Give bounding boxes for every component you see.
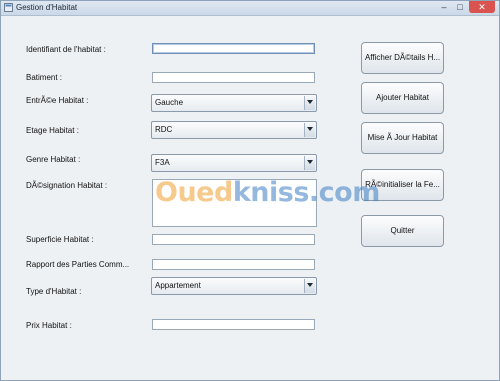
entree-select-value: Gauche — [155, 98, 184, 107]
entree-label: EntrÃ©e Habitat : — [26, 96, 89, 105]
close-icon[interactable]: ✕ — [469, 1, 495, 13]
type-label: Type d'Habitat : — [26, 287, 82, 296]
rapport-input[interactable] — [152, 259, 315, 270]
dropdown-arrow-icon[interactable] — [304, 96, 315, 110]
type-select[interactable]: Appartement — [151, 277, 317, 295]
prix-label: Prix Habitat : — [26, 321, 72, 330]
ajouter-habitat-button[interactable]: Ajouter Habitat — [361, 82, 444, 114]
batiment-input[interactable] — [152, 72, 315, 83]
superficie-input[interactable] — [152, 234, 315, 245]
quitter-button[interactable]: Quitter — [361, 215, 444, 247]
watermark-part2: kniss — [232, 177, 310, 208]
entree-select[interactable]: Gauche — [151, 94, 317, 112]
minimize-icon[interactable]: – — [437, 1, 451, 13]
type-select-value: Appartement — [155, 281, 201, 290]
window-title: Gestion d'Habitat — [16, 3, 78, 12]
dropdown-arrow-icon[interactable] — [304, 156, 315, 170]
prix-input[interactable] — [152, 319, 315, 330]
dropdown-arrow-icon[interactable] — [304, 123, 315, 137]
superficie-label: Superficie Habitat : — [26, 235, 94, 244]
etage-select-value: RDC — [155, 125, 173, 134]
title-bar[interactable]: Gestion d'Habitat – □ ✕ — [1, 1, 499, 16]
genre-label: Genre Habitat : — [26, 155, 81, 164]
identifiant-input[interactable] — [152, 43, 315, 54]
watermark-part3: .com — [308, 177, 380, 208]
maximize-icon[interactable]: □ — [453, 1, 467, 13]
genre-select-value: F3A — [155, 158, 170, 167]
window-app-icon — [4, 3, 13, 12]
etage-select[interactable]: RDC — [151, 121, 317, 139]
afficher-details-button[interactable]: Afficher DÃ©tails H... — [361, 42, 444, 74]
dropdown-arrow-icon[interactable] — [304, 279, 315, 293]
batiment-label: Batiment : — [26, 73, 63, 82]
watermark-part1: Oued — [155, 177, 233, 208]
etage-label: Etage Habitat : — [26, 126, 79, 135]
ouedkniss-watermark: Ouedkniss.com — [155, 177, 380, 208]
rapport-label: Rapport des Parties Comm... — [26, 260, 130, 269]
app-window: Gestion d'Habitat – □ ✕ Identifiant de l… — [0, 0, 500, 381]
designation-label: DÃ©signation Habitat : — [26, 181, 108, 190]
identifiant-label: Identifiant de l'habitat : — [26, 45, 106, 54]
mise-a-jour-button[interactable]: Mise Ã Jour Habitat — [361, 122, 444, 154]
genre-select[interactable]: F3A — [151, 154, 317, 172]
